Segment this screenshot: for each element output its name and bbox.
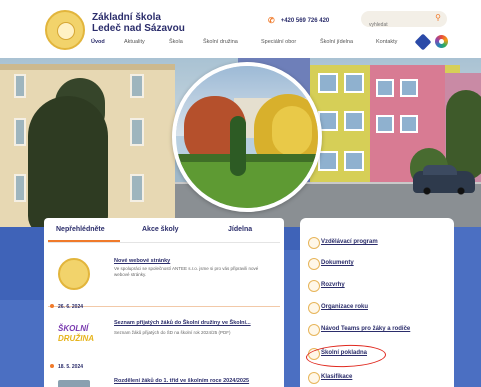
window [14, 174, 26, 202]
blue-decoration [0, 300, 44, 387]
menu-bullet-icon [308, 324, 320, 336]
window [400, 115, 418, 133]
menu-item-label[interactable]: Návod Teams pro žáky a rodiče [321, 326, 410, 332]
school-name[interactable]: Základní škola Ledeč nad Sázavou [92, 12, 185, 34]
window [376, 115, 394, 133]
menu-item-label[interactable]: Dokumenty [321, 260, 354, 266]
phone-number: +420 569 726 420 [280, 18, 330, 24]
nav-specialni-obor[interactable]: Speciální obor [261, 39, 296, 45]
blue-decoration [454, 227, 481, 387]
news-title[interactable]: Rozdělení žáků do 1. tříd ve školním roc… [114, 378, 249, 384]
school-name-line2: Ledeč nad Sázavou [92, 23, 185, 34]
school-name-line1: Základní škola [92, 12, 161, 23]
menu-bullet-icon [308, 302, 320, 314]
window [400, 79, 418, 97]
news-photo-thumbnail [58, 380, 90, 387]
news-date: 26. 6. 2024 [50, 304, 83, 310]
school-logo[interactable] [45, 10, 85, 50]
window [130, 174, 144, 202]
site-header: Základní škola Ledeč nad Sázavou ✆ +420 5… [0, 0, 481, 58]
window [344, 151, 364, 171]
menu-item-label[interactable]: Klasifikace [321, 374, 352, 380]
druzina-thumb-text-1: ŠKOLNÍ [58, 324, 89, 333]
nav-uvod[interactable]: Úvod [91, 39, 105, 45]
tab-neprehlednete[interactable]: Nepřehlédněte [56, 226, 105, 233]
menu-item-label[interactable]: Rozvrhy [321, 282, 345, 288]
phone-contact[interactable]: ✆ +420 569 726 420 [268, 16, 329, 25]
menu-item-label[interactable]: Organizace roku [321, 304, 368, 310]
accessibility-icon[interactable] [414, 33, 432, 51]
news-title[interactable]: Nové webové stránky [114, 258, 170, 264]
photo-lawn [176, 162, 318, 208]
tab-jidelna[interactable]: Jídelna [228, 226, 252, 233]
photo-yellow-tree [272, 106, 312, 156]
news-tabs: Nepřehlédněte Akce školy Jídelna [44, 218, 284, 243]
news-date: 18. 5. 2024 [50, 364, 83, 370]
menu-bullet-icon [308, 258, 320, 270]
news-title[interactable]: Seznam přijatých žáků do Školní družiny … [114, 320, 251, 326]
news-body: Seznam žáků přijatých do ŠD na školní ro… [114, 330, 231, 335]
menu-item-label[interactable]: Vzdělávací program [321, 239, 378, 245]
tab-akce-skoly[interactable]: Akce školy [142, 226, 179, 233]
circular-garden-photo [172, 62, 322, 212]
window [376, 79, 394, 97]
menu-bullet-icon [308, 280, 320, 292]
nav-aktuality[interactable]: Aktuality [124, 39, 145, 45]
color-wheel-icon[interactable] [435, 35, 448, 48]
parked-car [413, 165, 475, 195]
druzina-thumbnail: ŠKOLNÍ DRUŽINA [58, 318, 94, 350]
window [130, 118, 144, 146]
news-panel: Nepřehlédněte Akce školy Jídelna Nové we… [44, 218, 284, 387]
school-logo-thumbnail [58, 258, 90, 290]
window [318, 73, 338, 93]
search-box[interactable]: ⚲ [361, 11, 447, 28]
search-icon[interactable]: ⚲ [435, 13, 441, 22]
window [344, 111, 364, 131]
nav-kontakty[interactable]: Kontakty [376, 39, 397, 45]
tree [28, 96, 108, 227]
nav-skolni-jidelna[interactable]: Školní jídelna [320, 39, 353, 45]
photo-cypress [230, 116, 246, 176]
window [344, 73, 364, 93]
menu-bullet-icon [308, 237, 320, 249]
window [14, 118, 26, 146]
nav-skola[interactable]: Škola [169, 39, 183, 45]
hero-photo [0, 58, 481, 227]
window [130, 74, 144, 98]
tabs-divider [48, 242, 280, 243]
nav-skolni-druzina[interactable]: Školní družina [203, 39, 238, 45]
window [14, 74, 26, 98]
search-input[interactable] [369, 22, 429, 28]
phone-icon: ✆ [268, 16, 275, 25]
window [318, 151, 338, 171]
news-body: Ve spolupráci se společností ANTEE s.r.o… [114, 266, 259, 277]
menu-bullet-icon [308, 372, 320, 384]
druzina-thumb-text-2: DRUŽINA [58, 334, 94, 343]
